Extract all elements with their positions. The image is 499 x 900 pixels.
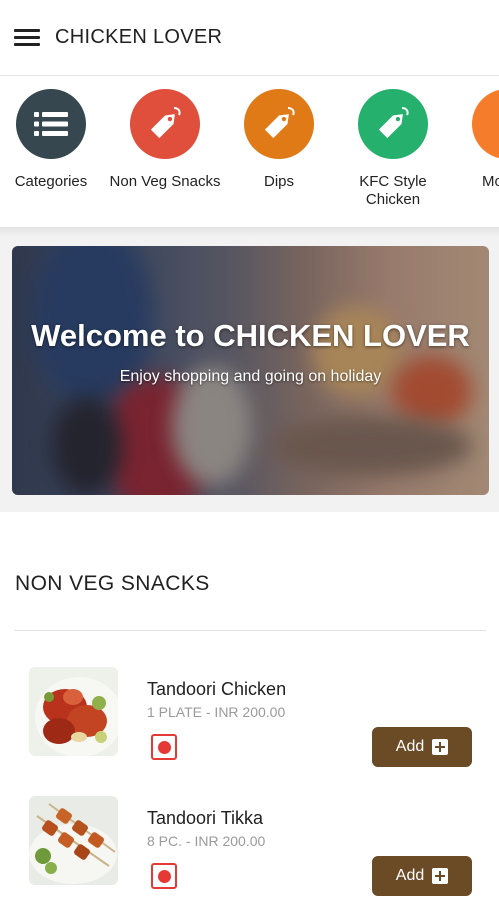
product-price: 1 PLATE - INR 200.00 (147, 704, 286, 720)
product-item: Tandoori Tikka 8 PC. - INR 200.00 Add (0, 796, 499, 900)
app-bar: CHICKEN LOVER (0, 0, 499, 76)
banner-title: Welcome to CHICKEN LOVER (31, 318, 470, 353)
category-label: Dips (263, 173, 294, 190)
welcome-banner[interactable]: Welcome to CHICKEN LOVER Enjoy shopping … (12, 246, 489, 495)
product-price: 8 PC. - INR 200.00 (147, 833, 266, 849)
category-item-kfc-style-chicken[interactable]: KFC Style Chicken (336, 89, 450, 209)
plus-icon (432, 868, 449, 884)
product-item: Tandoori Chicken 1 PLATE - INR 200.00 Ad… (0, 667, 499, 777)
product-name: Tandoori Tikka (147, 808, 264, 828)
hamburger-menu-icon[interactable] (12, 26, 42, 50)
category-item-non-veg-snacks[interactable]: Non Veg Snacks (108, 89, 222, 191)
add-button[interactable]: Add (372, 727, 472, 767)
add-button-label: Add (395, 738, 425, 755)
list-icon (16, 89, 86, 159)
category-label: KFC Style Chicken (359, 173, 427, 208)
add-button[interactable]: Add (372, 856, 472, 896)
add-button-label: Add (395, 867, 425, 884)
tag-icon (472, 89, 499, 159)
category-strip[interactable]: Categories Non Veg Snacks Dips KFC Style… (0, 77, 499, 227)
tandoori-tikka-image[interactable] (29, 796, 118, 885)
non-veg-icon (151, 863, 177, 889)
product-name: Tandoori Chicken (147, 679, 287, 699)
category-item-more[interactable]: Mo (450, 89, 499, 191)
category-item-categories[interactable]: Categories (0, 89, 108, 191)
tag-icon (130, 89, 200, 159)
section-title: NON VEG SNACKS (15, 572, 210, 595)
section-divider (14, 630, 486, 631)
category-item-dips[interactable]: Dips (222, 89, 336, 191)
category-label: Non Veg Snacks (109, 173, 221, 190)
tag-icon (244, 89, 314, 159)
tag-icon (358, 89, 428, 159)
banner-subtitle: Enjoy shopping and going on holiday (119, 368, 382, 385)
category-label: Mo (482, 173, 499, 190)
tandoori-chicken-image[interactable] (29, 667, 118, 756)
non-veg-icon (151, 734, 177, 760)
category-label: Categories (14, 173, 88, 190)
plus-icon (432, 739, 449, 755)
app-title: CHICKEN LOVER (55, 26, 223, 48)
